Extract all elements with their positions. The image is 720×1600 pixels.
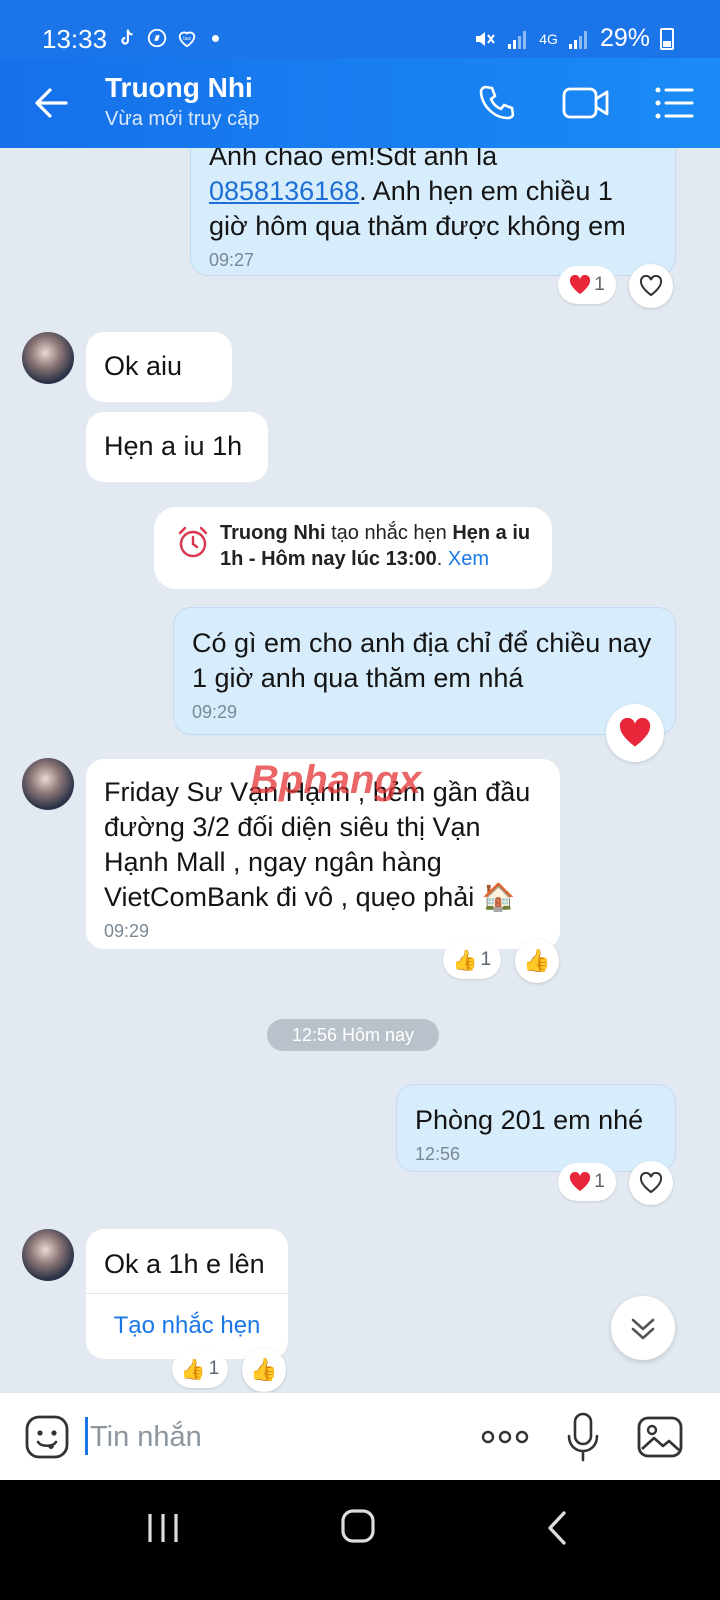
network-type: 4G	[539, 30, 558, 47]
message-bubble-mine[interactable]: Phòng 201 em nhé 12:56	[396, 1084, 676, 1172]
heart-outline-icon	[639, 1172, 663, 1194]
signal-icon	[508, 30, 527, 49]
scroll-to-bottom-button[interactable]	[611, 1296, 675, 1360]
thumbs-up-icon: 👍	[250, 1357, 278, 1382]
back-icon[interactable]	[542, 1510, 572, 1546]
react-like-button[interactable]: 👍	[242, 1348, 286, 1392]
microphone-icon[interactable]	[565, 1411, 601, 1463]
chat-header: Truong Nhi Vừa mới truy cập	[0, 58, 720, 148]
message-bubble-theirs[interactable]: Hẹn a iu 1h	[86, 412, 268, 482]
status-right: 4G 29%	[473, 24, 674, 53]
avatar[interactable]	[22, 1229, 74, 1281]
message-text: Phòng 201 em nhé	[415, 1105, 644, 1135]
message-input-bar	[0, 1392, 720, 1480]
home-icon[interactable]	[340, 1508, 376, 1544]
message-bubble-theirs[interactable]: Ok a 1h e lên Tạo nhắc hẹn	[86, 1229, 288, 1359]
message-time: 09:29	[104, 921, 150, 941]
react-heart-button[interactable]	[629, 264, 673, 308]
reaction-summary[interactable]: 👍 1	[443, 941, 501, 979]
menu-list-icon[interactable]	[654, 84, 694, 122]
message-input[interactable]	[90, 1415, 460, 1459]
heart-reaction-button[interactable]	[606, 704, 664, 762]
system-nav-bar	[0, 1480, 720, 1600]
message-text: Ok a 1h e lên	[104, 1249, 265, 1279]
tiktok-icon	[121, 29, 133, 45]
double-chevron-down-icon	[631, 1318, 655, 1340]
notification-icons: laz	[116, 27, 219, 49]
reaction-summary[interactable]: 👍 1	[172, 1350, 228, 1388]
message-time: 12:56	[415, 1144, 461, 1164]
watermark-logo: Bphangx	[250, 758, 422, 802]
alarm-clock-icon	[178, 526, 208, 558]
reminder-notice[interactable]: Truong Nhi tạo nhắc hẹn Hẹn a iu 1h - Hô…	[154, 507, 552, 589]
recent-apps-icon[interactable]	[145, 1510, 181, 1546]
video-call-icon[interactable]	[562, 84, 610, 122]
image-gallery-icon[interactable]	[636, 1413, 684, 1461]
reminder-actor: Truong Nhi	[220, 522, 326, 544]
message-text: Hẹn a iu 1h	[104, 431, 243, 461]
notification-dot	[212, 34, 219, 42]
back-arrow-icon[interactable]	[30, 82, 72, 124]
status-time: 13:33	[42, 24, 108, 54]
thumbs-up-icon: 👍	[180, 1358, 206, 1381]
message-text: Ok aiu	[104, 351, 183, 381]
compass-icon	[147, 28, 167, 48]
message-time: 09:29	[192, 702, 238, 722]
lazada-icon: laz	[178, 31, 196, 48]
reminder-view-link[interactable]: Xem	[448, 548, 489, 570]
message-bubble-mine[interactable]: Có gì em cho anh địa chỉ để chiều nay 1 …	[173, 607, 676, 735]
date-divider: 12:56 Hôm nay	[267, 1019, 439, 1051]
status-bar: 13:33 laz 4G 29%	[0, 0, 720, 58]
react-heart-button[interactable]	[629, 1161, 673, 1205]
svg-text:laz: laz	[183, 36, 191, 42]
heart-outline-icon	[639, 275, 663, 297]
react-like-button[interactable]: 👍	[515, 939, 559, 983]
contact-status: Vừa mới truy cập	[105, 108, 260, 130]
avatar[interactable]	[22, 758, 74, 810]
battery-icon	[660, 27, 674, 50]
more-dots-icon[interactable]	[480, 1423, 530, 1451]
phone-number-link[interactable]: 0858136168	[209, 176, 359, 206]
message-text: Anh chao em!Sdt anh la 0858136168. Anh h…	[209, 141, 626, 241]
thumbs-up-icon: 👍	[452, 949, 478, 972]
text-cursor	[85, 1417, 88, 1455]
heart-icon	[570, 275, 591, 294]
heart-icon	[619, 718, 651, 747]
create-reminder-button[interactable]: Tạo nhắc hẹn	[86, 1294, 288, 1343]
sticker-emoji-icon[interactable]	[24, 1414, 70, 1460]
battery-percent: 29%	[599, 24, 650, 52]
message-bubble-theirs[interactable]: Ok aiu	[86, 332, 232, 402]
thumbs-up-icon: 👍	[523, 948, 551, 973]
mute-icon	[476, 31, 496, 46]
reaction-summary[interactable]: 1	[558, 1163, 616, 1201]
phone-call-icon[interactable]	[476, 82, 518, 124]
message-text: Có gì em cho anh địa chỉ để chiều nay 1 …	[192, 628, 652, 693]
reaction-summary[interactable]: 1	[558, 266, 616, 304]
avatar[interactable]	[22, 332, 74, 384]
signal-icon-2	[568, 30, 587, 49]
heart-icon	[570, 1172, 591, 1191]
contact-name[interactable]: Truong Nhi	[105, 72, 253, 104]
